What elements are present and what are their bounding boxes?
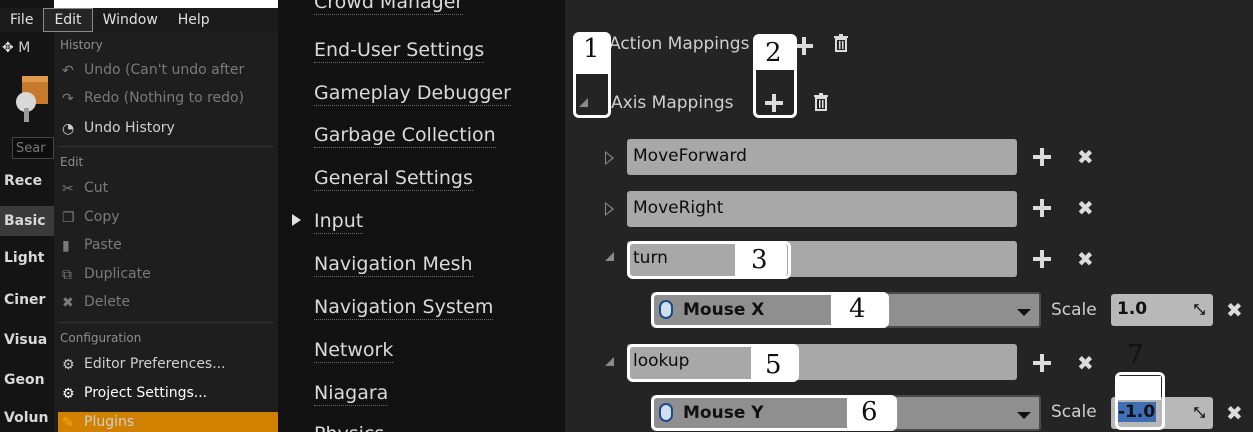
screenshot-root: ✥ M Sear Rece Basic Light Ciner Visua Ge…: [0, 0, 1253, 432]
menu-file[interactable]: File: [0, 9, 43, 31]
category-network[interactable]: Network: [314, 338, 394, 363]
search-input[interactable]: Sear: [12, 137, 54, 159]
remove-icon[interactable]: ✖: [1077, 353, 1094, 373]
menu-edit[interactable]: Edit: [43, 8, 93, 32]
category-niagara[interactable]: Niagara: [314, 381, 389, 406]
mode-item-lights[interactable]: Light: [0, 250, 54, 266]
expand-arrow-icon[interactable]: [605, 357, 614, 366]
category-navigation-system[interactable]: Navigation System: [314, 295, 494, 320]
menu-item-copy[interactable]: ❐ Copy: [62, 209, 120, 226]
annotation-number: 5: [765, 350, 782, 380]
annotation-number: 1: [583, 34, 600, 64]
project-settings-icon: ⚙: [62, 386, 75, 402]
mode-item-visual[interactable]: Visua: [0, 332, 54, 348]
category-physics[interactable]: Physics: [314, 422, 384, 432]
mode-item-volumes[interactable]: Volun: [0, 410, 54, 426]
settings-category-list: Crowd Manager End-User Settings Gameplay…: [278, 0, 565, 432]
preferences-icon: ⚙: [62, 357, 75, 373]
remove-key-icon[interactable]: ✖: [1226, 300, 1243, 320]
add-key-icon[interactable]: [1033, 354, 1051, 372]
mode-item-geometry[interactable]: Geon: [0, 372, 54, 388]
undo-history-icon: ◔: [62, 121, 75, 137]
menu-item-duplicate[interactable]: ⧉ Duplicate: [62, 266, 151, 283]
copy-icon: ❐: [62, 210, 75, 226]
annotation-number: 4: [849, 294, 866, 324]
drag-arrows-icon: ⤡: [1193, 302, 1205, 318]
chevron-down-icon: [1017, 309, 1031, 316]
add-action-mapping-icon[interactable]: [795, 37, 813, 55]
menu-item-editor-preferences[interactable]: ⚙ Editor Preferences...: [62, 356, 226, 373]
section-edit: Edit: [60, 155, 84, 169]
selected-arrow-icon: [292, 214, 301, 226]
paste-icon: ▮: [62, 238, 70, 254]
section-configuration: Configuration: [60, 331, 142, 345]
axis-name-field[interactable]: MoveForward: [627, 139, 1017, 175]
menu-bar: File Edit Window Help: [0, 8, 278, 32]
expand-arrow-icon[interactable]: [605, 252, 614, 261]
redo-icon: ↷: [62, 91, 74, 107]
annotation-number: 7: [1127, 340, 1144, 370]
mode-item-recent[interactable]: Rece: [0, 173, 54, 189]
menu-item-plugins[interactable]: ✎ Plugins: [62, 414, 134, 431]
mode-item-cinematic[interactable]: Ciner: [0, 292, 54, 308]
chevron-down-icon: [1017, 412, 1031, 419]
category-general-settings[interactable]: General Settings: [314, 166, 473, 191]
category-garbage-collection[interactable]: Garbage Collection: [314, 123, 496, 148]
category-gameplay-debugger[interactable]: Gameplay Debugger: [314, 81, 511, 106]
remove-key-icon[interactable]: ✖: [1226, 403, 1243, 423]
collapsed-arrow-icon[interactable]: [605, 202, 614, 216]
edit-menu: History ↶ Undo (Can't undo after ↷ Redo …: [54, 32, 279, 432]
drag-arrows-icon: ⤡: [1193, 405, 1205, 421]
scale-value: 1.0: [1117, 299, 1148, 319]
unreal-logo-icon: ✥: [2, 40, 14, 56]
menu-item-project-settings[interactable]: ⚙ Project Settings...: [62, 385, 207, 402]
add-key-icon[interactable]: [1033, 250, 1051, 268]
remove-icon[interactable]: ✖: [1077, 249, 1094, 269]
annotation-number: 6: [861, 397, 878, 427]
action-mappings-label: Action Mappings: [609, 34, 750, 54]
scale-label: Scale: [1051, 402, 1097, 422]
divider: [58, 322, 274, 323]
input-details-panel: Action Mappings Axis Mappings MoveForwar…: [565, 0, 1253, 432]
divider: [58, 146, 274, 147]
axis-name-text: MoveForward: [633, 146, 747, 166]
category-input[interactable]: Input: [314, 209, 364, 234]
scale-label: Scale: [1051, 300, 1097, 320]
menu-item-paste[interactable]: ▮ Paste: [62, 237, 122, 254]
axis-name-field[interactable]: MoveRight: [627, 191, 1017, 227]
category-crowd-manager[interactable]: Crowd Manager: [314, 0, 464, 15]
duplicate-icon: ⧉: [62, 267, 72, 283]
menu-item-undo[interactable]: ↶ Undo (Can't undo after: [62, 62, 244, 79]
plugins-icon: ✎: [62, 415, 74, 431]
category-navigation-mesh[interactable]: Navigation Mesh: [314, 252, 473, 277]
section-history: History: [60, 38, 103, 52]
axis-name-text: MoveRight: [633, 198, 724, 218]
menu-help[interactable]: Help: [168, 9, 220, 31]
undo-icon: ↶: [62, 63, 74, 79]
mode-panel: ✥ M Sear Rece Basic Light Ciner Visua Ge…: [0, 0, 54, 432]
menu-window[interactable]: Window: [93, 9, 168, 31]
category-end-user-settings[interactable]: End-User Settings: [314, 38, 485, 63]
remove-icon[interactable]: ✖: [1077, 147, 1094, 167]
menu-item-undo-history[interactable]: ◔ Undo History: [62, 120, 175, 137]
trash-icon[interactable]: [813, 93, 829, 111]
axis-mappings-label: Axis Mappings: [611, 93, 734, 113]
mode-item-basic[interactable]: Basic: [0, 206, 54, 236]
menu-item-cut[interactable]: ✂ Cut: [62, 180, 108, 197]
scissors-icon: ✂: [62, 181, 74, 197]
basic-shapes-icon: [16, 76, 48, 122]
app-title: ✥ M: [2, 40, 31, 56]
menu-item-delete[interactable]: ✖ Delete: [62, 294, 130, 311]
annotation-box-7: [1115, 372, 1165, 430]
trash-icon[interactable]: [833, 34, 849, 52]
menu-item-redo[interactable]: ↷ Redo (Nothing to redo): [62, 90, 244, 107]
annotation-number: 2: [765, 38, 782, 68]
add-key-icon[interactable]: [1033, 199, 1051, 217]
annotation-number: 3: [751, 245, 768, 275]
remove-icon[interactable]: ✖: [1077, 198, 1094, 218]
collapsed-arrow-icon[interactable]: [605, 151, 614, 165]
add-key-icon[interactable]: [1033, 148, 1051, 166]
scale-input[interactable]: 1.0 ⤡: [1111, 294, 1213, 326]
delete-icon: ✖: [62, 295, 74, 311]
